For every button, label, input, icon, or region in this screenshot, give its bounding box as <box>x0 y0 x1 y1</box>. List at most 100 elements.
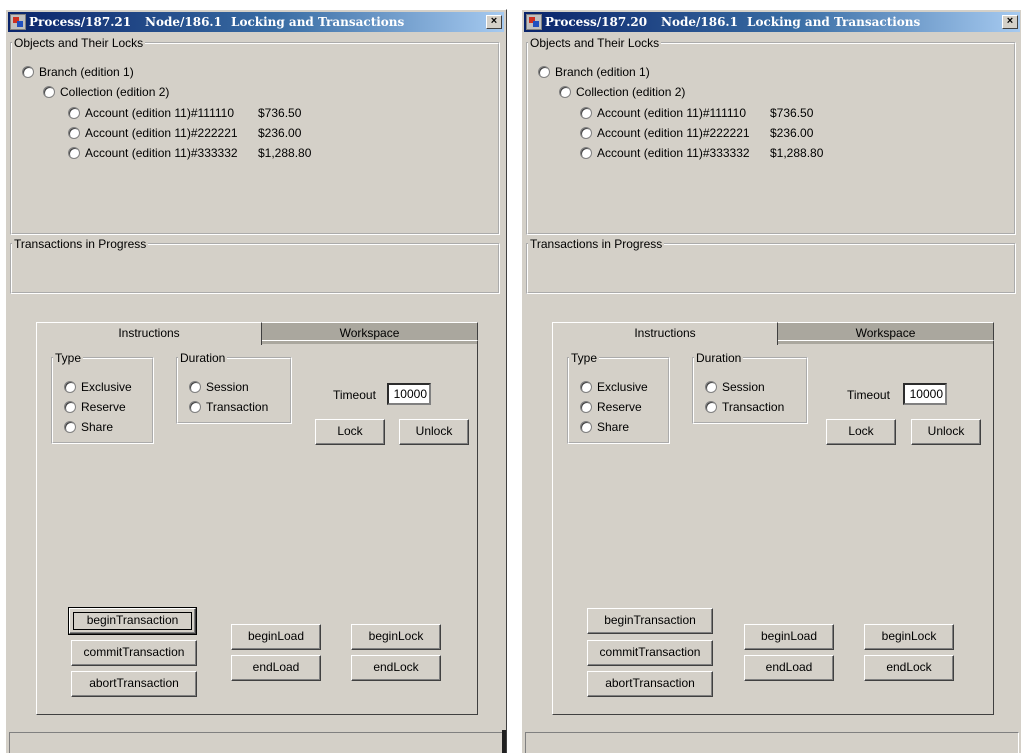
type-share[interactable]: Share <box>580 420 629 434</box>
radio-icon[interactable] <box>22 66 34 78</box>
radio-icon[interactable] <box>189 381 201 393</box>
account-balance: $236.00 <box>770 126 814 140</box>
tab-instructions[interactable]: Instructions <box>36 322 262 345</box>
radio-icon[interactable] <box>580 401 592 413</box>
account-label: Account (edition 11) <box>85 146 191 160</box>
radio-icon[interactable] <box>580 127 592 139</box>
radio-icon[interactable] <box>580 381 592 393</box>
tree-collection[interactable]: Collection (edition 2) <box>43 85 169 99</box>
window-process-187-20: Process/187.20 Node/186.1 Locking and Tr… <box>521 9 1021 753</box>
tab-instructions[interactable]: Instructions <box>552 322 778 345</box>
account-number: #222221 <box>190 126 238 140</box>
title-node: Node/186.1 <box>145 15 222 29</box>
radio-label: Exclusive <box>597 380 648 394</box>
account-balance: $1,288.80 <box>258 146 312 160</box>
commit-transaction-button[interactable]: commitTransaction <box>71 640 197 666</box>
type-reserve[interactable]: Reserve <box>64 400 126 414</box>
title-heading: Locking and Transactions <box>231 15 405 29</box>
type-reserve[interactable]: Reserve <box>580 400 642 414</box>
commit-transaction-button[interactable]: commitTransaction <box>587 640 713 666</box>
abort-transaction-button[interactable]: abortTransaction <box>587 671 713 697</box>
unlock-button[interactable]: Unlock <box>911 419 981 445</box>
transactions-legend: Transactions in Progress <box>14 237 147 251</box>
account-label: Account (edition 11) <box>85 106 191 120</box>
radio-icon[interactable] <box>580 421 592 433</box>
end-lock-button[interactable]: endLock <box>351 655 441 681</box>
begin-transaction-button[interactable]: beginTransaction <box>69 608 196 634</box>
account-number: #333332 <box>190 146 238 160</box>
close-icon[interactable]: × <box>1002 15 1018 29</box>
tree-label: Branch (edition 1) <box>555 65 650 79</box>
timeout-input[interactable]: 10000 <box>387 383 431 405</box>
radio-label: Reserve <box>81 400 126 414</box>
timeout-input[interactable]: 10000 <box>903 383 947 405</box>
title-bar[interactable]: Process/187.21 Node/186.1 Locking and Tr… <box>8 12 504 32</box>
transactions-group: Transactions in Progress <box>10 238 500 294</box>
tree-account-1[interactable]: Account (edition 11) #111110 $736.50 <box>580 106 850 120</box>
tree-branch[interactable]: Branch (edition 1) <box>538 65 650 79</box>
account-balance: $736.50 <box>770 106 814 120</box>
radio-icon[interactable] <box>43 86 55 98</box>
account-label: Account (edition 11) <box>85 126 191 140</box>
radio-icon[interactable] <box>580 147 592 159</box>
type-exclusive[interactable]: Exclusive <box>64 380 132 394</box>
title-bar[interactable]: Process/187.20 Node/186.1 Locking and Tr… <box>524 12 1020 32</box>
title-process: Process/187.21 <box>29 15 132 29</box>
radio-label: Transaction <box>722 400 785 414</box>
duration-session[interactable]: Session <box>189 380 249 394</box>
begin-lock-button[interactable]: beginLock <box>864 624 954 650</box>
radio-icon[interactable] <box>705 401 717 413</box>
tree-account-2[interactable]: Account (edition 11) #222221 $236.00 <box>68 126 338 140</box>
duration-transaction[interactable]: Transaction <box>705 400 784 414</box>
radio-icon[interactable] <box>64 421 76 433</box>
tree-label: Collection (edition 2) <box>576 85 686 99</box>
radio-icon[interactable] <box>64 401 76 413</box>
radio-label: Share <box>81 420 114 434</box>
radio-icon[interactable] <box>68 127 80 139</box>
radio-label: Session <box>206 380 249 394</box>
begin-transaction-button[interactable]: beginTransaction <box>587 608 713 634</box>
end-lock-button[interactable]: endLock <box>864 655 954 681</box>
radio-label: Exclusive <box>81 380 132 394</box>
radio-icon[interactable] <box>538 66 550 78</box>
app-icon <box>10 14 26 30</box>
begin-load-button[interactable]: beginLoad <box>231 624 321 650</box>
begin-lock-button[interactable]: beginLock <box>351 624 441 650</box>
tree-account-3[interactable]: Account (edition 11) #333332 $1,288.80 <box>68 146 338 160</box>
lock-button[interactable]: Lock <box>315 419 385 445</box>
status-bar <box>525 732 1019 753</box>
tree-account-2[interactable]: Account (edition 11) #222221 $236.00 <box>580 126 850 140</box>
account-label: Account (edition 11) <box>597 126 703 140</box>
duration-legend: Duration <box>180 351 226 365</box>
close-icon[interactable]: × <box>486 15 502 29</box>
unlock-button[interactable]: Unlock <box>399 419 469 445</box>
abort-transaction-button[interactable]: abortTransaction <box>71 671 197 697</box>
radio-icon[interactable] <box>580 107 592 119</box>
type-share[interactable]: Share <box>64 420 113 434</box>
account-label: Account (edition 11) <box>597 106 703 120</box>
end-load-button[interactable]: endLoad <box>744 655 834 681</box>
lock-button[interactable]: Lock <box>826 419 896 445</box>
radio-icon[interactable] <box>705 381 717 393</box>
title-heading: Locking and Transactions <box>747 15 921 29</box>
duration-session[interactable]: Session <box>705 380 765 394</box>
type-exclusive[interactable]: Exclusive <box>580 380 648 394</box>
begin-load-button[interactable]: beginLoad <box>744 624 834 650</box>
radio-icon[interactable] <box>64 381 76 393</box>
transactions-legend: Transactions in Progress <box>530 237 663 251</box>
radio-icon[interactable] <box>68 107 80 119</box>
radio-icon[interactable] <box>189 401 201 413</box>
radio-icon[interactable] <box>559 86 571 98</box>
account-number: #111110 <box>702 106 746 120</box>
tree-account-3[interactable]: Account (edition 11) #333332 $1,288.80 <box>580 146 850 160</box>
duration-legend: Duration <box>696 351 742 365</box>
account-number: #333332 <box>702 146 750 160</box>
tree-collection[interactable]: Collection (edition 2) <box>559 85 685 99</box>
tree-branch[interactable]: Branch (edition 1) <box>22 65 134 79</box>
duration-transaction[interactable]: Transaction <box>189 400 268 414</box>
radio-icon[interactable] <box>68 147 80 159</box>
title-node: Node/186.1 <box>661 15 738 29</box>
radio-label: Transaction <box>206 400 269 414</box>
end-load-button[interactable]: endLoad <box>231 655 321 681</box>
tree-account-1[interactable]: Account (edition 11) #111110 $736.50 <box>68 106 338 120</box>
